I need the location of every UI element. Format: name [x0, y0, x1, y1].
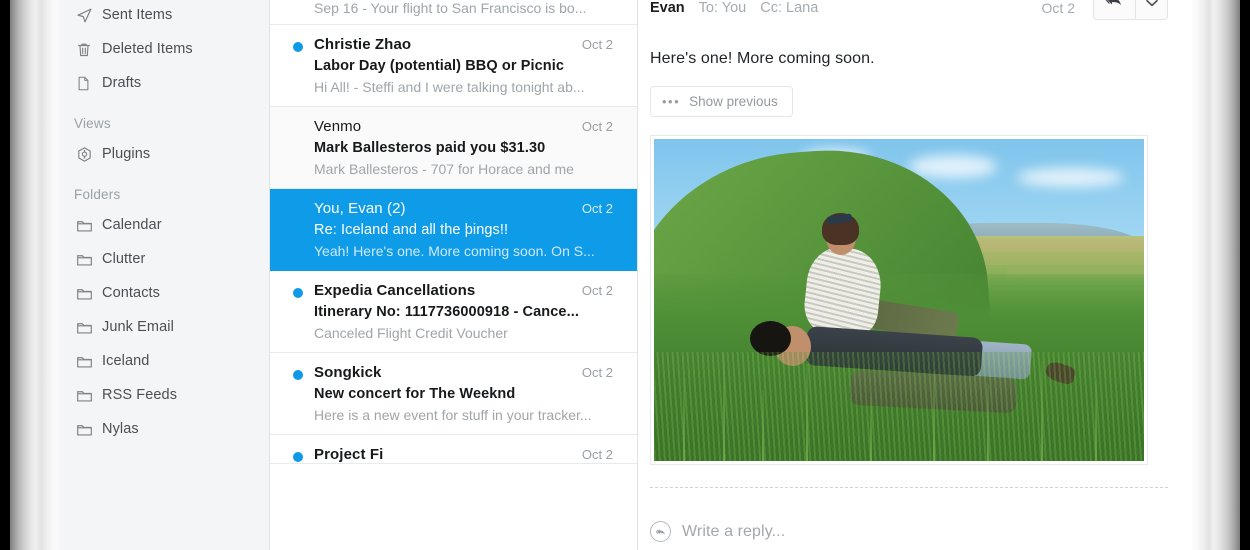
sidebar: Sent Items Deleted Items Drafts Views Pl… [60, 0, 270, 550]
unread-dot-icon [293, 288, 303, 298]
message-to[interactable]: To: You [699, 0, 747, 16]
sidebar-item-label: Junk Email [102, 319, 174, 335]
thread-date: Oct 2 [581, 201, 613, 216]
sidebar-item-label: Sent Items [102, 7, 173, 23]
thread-sender: Expedia Cancellations [314, 282, 476, 299]
window-frame-left-edge [10, 0, 60, 550]
reply-button-group [1093, 0, 1168, 20]
document-icon [76, 75, 102, 92]
paper-plane-icon [76, 7, 102, 24]
reply-circle-icon [650, 521, 671, 542]
plugin-icon [76, 146, 102, 163]
thread-snippet: Yeah! Here's one. More coming soon. On S… [314, 243, 595, 259]
folder-icon [76, 286, 102, 301]
thread-date: Oct 2 [581, 119, 613, 134]
table-row[interactable]: Songkick Oct 2 New concert for The Weekn… [270, 353, 637, 435]
sidebar-item-nylas[interactable]: Nylas [60, 412, 269, 446]
message-date: Oct 2 [1041, 0, 1075, 16]
mail-app-window: Sent Items Deleted Items Drafts Views Pl… [60, 0, 1190, 550]
reply-all-icon [1105, 0, 1124, 13]
thread-snippet: Sep 16 - Your flight to San Francisco is… [314, 0, 587, 16]
thread-snippet: Hi All! - Steffi and I were talking toni… [314, 79, 585, 95]
sidebar-item-plugins[interactable]: Plugins [60, 137, 269, 171]
sidebar-item-label: Nylas [102, 421, 139, 437]
reply-placeholder: Write a reply... [682, 522, 786, 540]
thread-subject: Re: Iceland and all the þings!! [314, 222, 509, 238]
unread-dot-icon [293, 452, 303, 462]
thread-sender: Project Fi [314, 446, 384, 463]
thread-subject: Mark Ballesteros paid you $31.30 [314, 140, 546, 156]
thread-subject: Itinerary No: 1117736000918 - Cance... [314, 304, 579, 320]
table-row[interactable]: Venmo Oct 2 Mark Ballesteros paid you $3… [270, 107, 637, 189]
sidebar-item-calendar[interactable]: Calendar [60, 208, 269, 242]
sidebar-item-label: Calendar [102, 217, 162, 233]
folder-icon [76, 320, 102, 335]
sidebar-item-label: Plugins [102, 146, 151, 162]
composer-divider [650, 487, 1168, 488]
reply-composer[interactable]: Write a reply... [650, 521, 785, 542]
sidebar-item-label: Deleted Items [102, 41, 193, 57]
sidebar-section-folders: Folders [74, 187, 121, 202]
sidebar-item-sent-items[interactable]: Sent Items [60, 0, 269, 32]
sidebar-item-junk-email[interactable]: Junk Email [60, 310, 269, 344]
attachment-image-content [654, 139, 1144, 461]
sidebar-item-label: Iceland [102, 353, 150, 369]
ellipsis-icon: ••• [662, 94, 681, 109]
folder-icon [76, 388, 102, 403]
thread-date: Oct 2 [581, 447, 613, 462]
sidebar-item-iceland[interactable]: Iceland [60, 344, 269, 378]
sidebar-item-clutter[interactable]: Clutter [60, 242, 269, 276]
sidebar-item-rss-feeds[interactable]: RSS Feeds [60, 378, 269, 412]
reply-options-dropdown-button[interactable] [1136, 0, 1167, 19]
reply-all-button[interactable] [1094, 0, 1136, 19]
window-frame-right-edge [1190, 0, 1240, 550]
table-row-selected[interactable]: You, Evan (2) Oct 2 Re: Iceland and all … [270, 189, 637, 271]
reading-pane: Evan To: You Cc: Lana Oct 2 Here's one! … [638, 0, 1190, 550]
thread-sender: Christie Zhao [314, 36, 412, 53]
sidebar-item-label: Drafts [102, 75, 142, 91]
message-header: Evan To: You Cc: Lana Oct 2 [638, 0, 1190, 30]
thread-snippet: Here is a new event for stuff in your tr… [314, 407, 592, 423]
thread-list[interactable]: Sep 16 - Your flight to San Francisco is… [270, 0, 638, 550]
table-row[interactable]: Christie Zhao Oct 2 Labor Day (potential… [270, 25, 637, 107]
sidebar-section-views: Views [74, 116, 111, 131]
table-row[interactable]: Expedia Cancellations Oct 2 Itinerary No… [270, 271, 637, 353]
sidebar-item-label: Clutter [102, 251, 146, 267]
show-previous-button[interactable]: ••• Show previous [650, 86, 793, 117]
thread-subject: New concert for The Weeknd [314, 386, 516, 402]
message-body: Here's one! More coming soon. [650, 50, 875, 67]
unread-dot-icon [293, 42, 303, 52]
chevron-down-icon [1145, 0, 1158, 12]
message-from: Evan [650, 0, 685, 16]
sidebar-item-deleted-items[interactable]: Deleted Items [60, 32, 269, 66]
thread-snippet: Mark Ballesteros - 707 for Horace and me [314, 161, 574, 177]
thread-date: Oct 2 [581, 283, 613, 298]
sidebar-item-drafts[interactable]: Drafts [60, 66, 269, 100]
thread-sender: Songkick [314, 364, 382, 381]
attachment-image[interactable] [650, 135, 1148, 465]
thread-date: Oct 2 [581, 365, 613, 380]
unread-dot-icon [293, 370, 303, 380]
folder-icon [76, 354, 102, 369]
show-previous-label: Show previous [689, 94, 778, 109]
thread-sender: You, Evan (2) [314, 200, 406, 217]
thread-sender: Venmo [314, 118, 362, 135]
sidebar-item-contacts[interactable]: Contacts [60, 276, 269, 310]
thread-date: Oct 2 [581, 37, 613, 52]
message-participants: Evan To: You Cc: Lana [650, 0, 1042, 16]
thread-subject: Labor Day (potential) BBQ or Picnic [314, 58, 565, 74]
table-row[interactable]: Project Fi Oct 2 [270, 435, 637, 464]
folder-icon [76, 252, 102, 267]
screenshot-root: Sent Items Deleted Items Drafts Views Pl… [0, 0, 1250, 550]
trash-icon [76, 41, 102, 58]
sidebar-item-label: RSS Feeds [102, 387, 178, 403]
table-row[interactable]: Sep 16 - Your flight to San Francisco is… [270, 0, 637, 25]
folder-icon [76, 422, 102, 437]
folder-icon [76, 218, 102, 233]
sidebar-item-label: Contacts [102, 285, 161, 301]
thread-snippet: Canceled Flight Credit Voucher [314, 325, 508, 341]
message-cc[interactable]: Cc: Lana [760, 0, 818, 16]
